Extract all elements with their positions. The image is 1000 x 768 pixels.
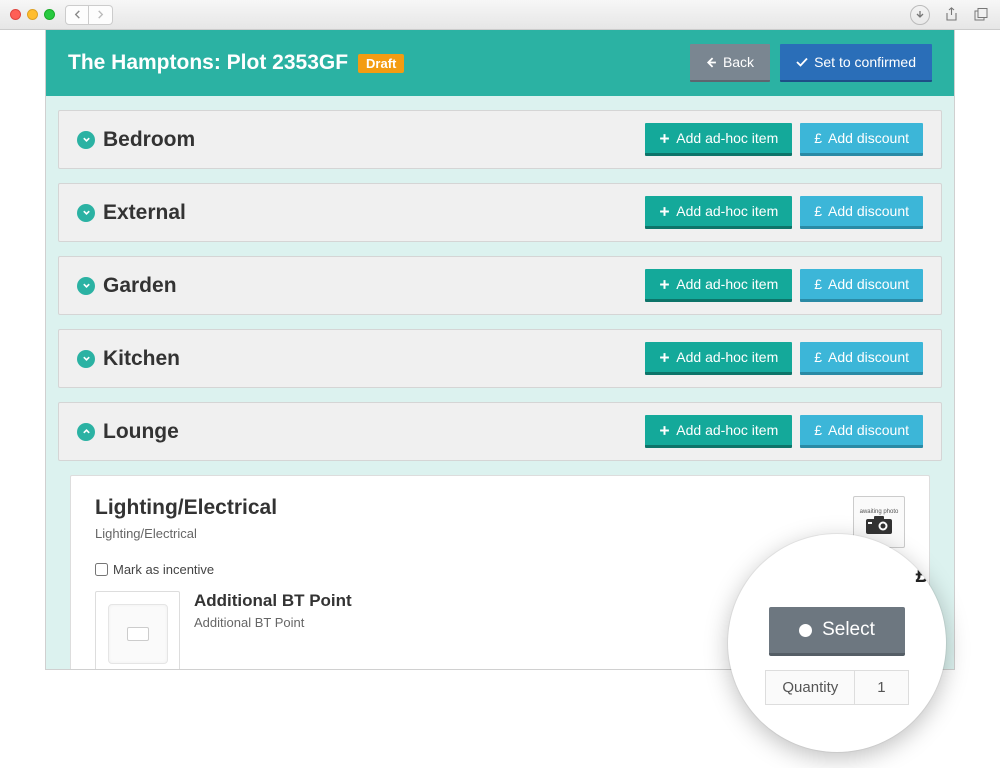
btn-label: Add ad-hoc item <box>676 276 778 292</box>
chevron-up-icon <box>77 423 95 441</box>
plus-icon <box>659 206 670 217</box>
back-button[interactable]: Back <box>690 44 770 82</box>
back-nav-button[interactable] <box>65 5 89 25</box>
btn-label: Add discount <box>828 130 909 146</box>
item-thumbnail <box>95 591 180 670</box>
confirm-button[interactable]: Set to confirmed <box>780 44 932 82</box>
section-title: Garden <box>77 274 177 298</box>
section-buttons: Add ad-hoc item £ Add discount <box>645 269 923 302</box>
add-discount-button[interactable]: £ Add discount <box>800 196 923 229</box>
page-title-group: The Hamptons: Plot 2353GF Draft <box>68 51 404 75</box>
chrome-right <box>910 5 990 25</box>
select-label: Select <box>822 619 875 641</box>
tabs-icon[interactable] <box>972 6 990 24</box>
section-buttons: Add ad-hoc item £ Add discount <box>645 415 923 448</box>
status-badge: Draft <box>358 54 404 73</box>
zoom-price: £9 <box>916 562 940 588</box>
socket-icon <box>108 604 168 664</box>
radio-icon <box>799 624 812 637</box>
quantity-label: Quantity <box>766 671 855 704</box>
section-title: Lounge <box>77 420 179 444</box>
section-title: External <box>77 201 186 225</box>
plus-icon <box>659 279 670 290</box>
chrome-left <box>10 5 113 25</box>
section-title: Kitchen <box>77 347 180 371</box>
minimize-window-button[interactable] <box>27 9 38 20</box>
maximize-window-button[interactable] <box>44 9 55 20</box>
add-discount-button[interactable]: £ Add discount <box>800 342 923 375</box>
nav-arrows <box>65 5 113 25</box>
panel-title: Lighting/Electrical <box>95 496 277 520</box>
add-discount-button[interactable]: £ Add discount <box>800 123 923 156</box>
pound-icon: £ <box>814 349 822 365</box>
traffic-lights <box>10 9 55 20</box>
plus-icon <box>659 425 670 436</box>
btn-label: Add discount <box>828 276 909 292</box>
btn-label: Add ad-hoc item <box>676 422 778 438</box>
download-icon[interactable] <box>910 5 930 25</box>
pound-icon: £ <box>814 130 822 146</box>
forward-nav-button[interactable] <box>89 5 113 25</box>
incentive-checkbox[interactable] <box>95 563 108 576</box>
btn-label: Add ad-hoc item <box>676 130 778 146</box>
header-actions: Back Set to confirmed <box>690 44 932 82</box>
section-label: Kitchen <box>103 347 180 371</box>
check-icon <box>796 57 808 68</box>
confirm-button-label: Set to confirmed <box>814 54 916 70</box>
panel-title-group: Lighting/Electrical Lighting/Electrical <box>95 496 277 541</box>
add-adhoc-button[interactable]: Add ad-hoc item <box>645 415 792 448</box>
add-adhoc-button[interactable]: Add ad-hoc item <box>645 196 792 229</box>
plus-icon <box>659 352 670 363</box>
arrow-left-icon <box>706 57 717 68</box>
section-lounge[interactable]: Lounge Add ad-hoc item £ Add discount <box>58 402 942 461</box>
chevron-down-icon <box>77 204 95 222</box>
zoom-bubble: £9 Select Quantity 1 <box>728 534 946 752</box>
section-garden[interactable]: Garden Add ad-hoc item £ Add discount <box>58 256 942 315</box>
select-button[interactable]: Select <box>769 607 905 656</box>
section-title: Bedroom <box>77 128 195 152</box>
section-label: Garden <box>103 274 177 298</box>
section-label: Lounge <box>103 420 179 444</box>
add-adhoc-button[interactable]: Add ad-hoc item <box>645 123 792 156</box>
panel-subtitle: Lighting/Electrical <box>95 526 277 541</box>
camera-icon <box>865 515 893 535</box>
pound-icon: £ <box>814 276 822 292</box>
add-discount-button[interactable]: £ Add discount <box>800 269 923 302</box>
quantity-value[interactable]: 1 <box>855 671 907 704</box>
section-kitchen[interactable]: Kitchen Add ad-hoc item £ Add discount <box>58 329 942 388</box>
btn-label: Add ad-hoc item <box>676 349 778 365</box>
btn-label: Add ad-hoc item <box>676 203 778 219</box>
chevron-down-icon <box>77 350 95 368</box>
share-icon[interactable] <box>942 6 960 24</box>
add-discount-button[interactable]: £ Add discount <box>800 415 923 448</box>
page-title: The Hamptons: Plot 2353GF <box>68 51 348 75</box>
incentive-label: Mark as incentive <box>113 562 214 577</box>
back-button-label: Back <box>723 54 754 70</box>
page-header: The Hamptons: Plot 2353GF Draft Back Set… <box>46 30 954 96</box>
btn-label: Add discount <box>828 349 909 365</box>
close-window-button[interactable] <box>10 9 21 20</box>
section-bedroom[interactable]: Bedroom Add ad-hoc item £ Add discount <box>58 110 942 169</box>
section-buttons: Add ad-hoc item £ Add discount <box>645 196 923 229</box>
chevron-down-icon <box>77 277 95 295</box>
section-label: External <box>103 201 186 225</box>
add-adhoc-button[interactable]: Add ad-hoc item <box>645 342 792 375</box>
section-buttons: Add ad-hoc item £ Add discount <box>645 342 923 375</box>
btn-label: Add discount <box>828 203 909 219</box>
browser-chrome <box>0 0 1000 30</box>
quantity-row: Quantity 1 <box>765 670 908 705</box>
panel-header: Lighting/Electrical Lighting/Electrical … <box>95 496 905 548</box>
incentive-option[interactable]: Mark as incentive <box>95 562 214 577</box>
section-buttons: Add ad-hoc item £ Add discount <box>645 123 923 156</box>
chevron-down-icon <box>77 131 95 149</box>
section-external[interactable]: External Add ad-hoc item £ Add discount <box>58 183 942 242</box>
btn-label: Add discount <box>828 422 909 438</box>
section-label: Bedroom <box>103 128 195 152</box>
add-adhoc-button[interactable]: Add ad-hoc item <box>645 269 792 302</box>
pound-icon: £ <box>814 422 822 438</box>
pound-icon: £ <box>814 203 822 219</box>
plus-icon <box>659 133 670 144</box>
